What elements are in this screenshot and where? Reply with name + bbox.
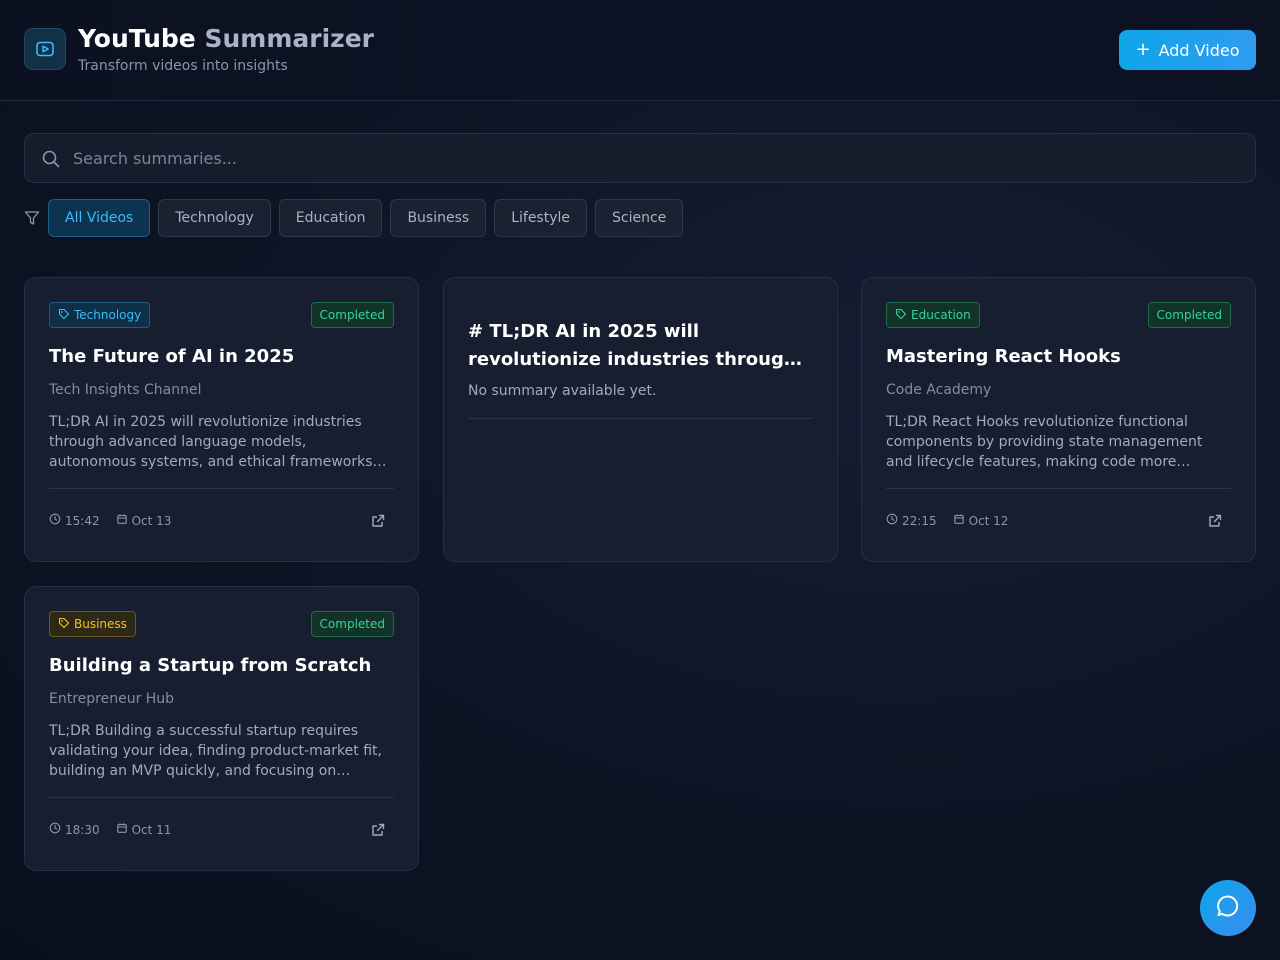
filter-science[interactable]: Science — [595, 199, 684, 237]
app-subtitle: Transform videos into insights — [78, 58, 288, 74]
chat-button[interactable] — [1200, 880, 1256, 936]
video-date: Oct 13 — [131, 513, 172, 528]
card-divider — [468, 418, 813, 419]
video-title: Building a Startup from Scratch — [49, 655, 372, 676]
external-link-icon[interactable] — [1207, 513, 1223, 533]
channel-name: Entrepreneur Hub — [49, 691, 175, 707]
tag-icon — [58, 308, 70, 323]
calendar-icon — [953, 513, 965, 528]
filter-education[interactable]: Education — [278, 199, 383, 237]
video-meta: 22:15 Oct 12 — [886, 513, 1008, 528]
card-divider — [886, 488, 1231, 489]
tag-icon — [895, 308, 907, 323]
card-divider — [49, 797, 394, 798]
video-card[interactable]: # TL;DR AI in 2025 will revolutionize in… — [443, 277, 838, 562]
video-duration: 18:30 — [65, 822, 100, 837]
play-icon — [24, 28, 66, 70]
clock-icon — [886, 513, 898, 528]
video-duration: 15:42 — [65, 513, 100, 528]
category-tag: Business — [49, 611, 136, 637]
channel-name: Code Academy — [886, 382, 992, 398]
video-duration: 22:15 — [902, 513, 937, 528]
external-link-icon[interactable] — [370, 513, 386, 533]
video-summary: TL;DR React Hooks revolutionize function… — [886, 414, 1203, 470]
clock-icon — [49, 822, 61, 837]
channel-name: Tech Insights Channel — [49, 382, 202, 398]
external-link-icon[interactable] — [370, 822, 386, 842]
video-date: Oct 11 — [131, 822, 172, 837]
video-summary: No summary available yet. — [468, 383, 657, 399]
video-title: # TL;DR AI in 2025 will revolutionize in… — [468, 321, 802, 370]
chat-bubble-icon — [1215, 893, 1241, 923]
search-bar — [24, 133, 1256, 183]
add-video-label: Add Video — [1158, 40, 1240, 60]
category-filters: All Videos Technology Education Business… — [48, 199, 684, 237]
status-badge: Completed — [310, 611, 394, 637]
add-video-button[interactable]: + Add Video — [1119, 30, 1256, 70]
video-card[interactable]: Technology Completed The Future of AI in… — [24, 277, 419, 562]
tag-icon — [58, 617, 70, 632]
video-summary: TL;DR AI in 2025 will revolutionize indu… — [49, 414, 387, 470]
video-title: The Future of AI in 2025 — [49, 346, 295, 367]
app-title: YouTube Summarizer — [78, 24, 374, 53]
calendar-icon — [116, 513, 128, 528]
video-card[interactable]: Business Completed Building a Startup fr… — [24, 586, 419, 871]
video-summary: TL;DR Building a successful startup requ… — [49, 723, 382, 779]
video-date: Oct 12 — [968, 513, 1009, 528]
filter-all-videos[interactable]: All Videos — [48, 199, 151, 237]
video-meta: 18:30 Oct 11 — [49, 822, 171, 837]
filter-business[interactable]: Business — [390, 199, 487, 237]
clock-icon — [49, 513, 61, 528]
category-tag: Education — [886, 302, 980, 328]
status-badge: Completed — [310, 302, 394, 328]
filter-lifestyle[interactable]: Lifestyle — [494, 199, 588, 237]
app-header: YouTube Summarizer Transform videos into… — [0, 0, 1280, 101]
category-tag: Technology — [49, 302, 151, 328]
card-divider — [49, 488, 394, 489]
video-card[interactable]: Education Completed Mastering React Hook… — [861, 277, 1256, 562]
video-meta: 15:42 Oct 13 — [49, 513, 171, 528]
status-badge: Completed — [1147, 302, 1231, 328]
filter-icon — [24, 210, 40, 230]
search-input[interactable] — [73, 134, 1243, 182]
search-icon — [41, 149, 61, 173]
calendar-icon — [116, 822, 128, 837]
video-title: Mastering React Hooks — [886, 346, 1121, 367]
plus-icon: + — [1135, 39, 1151, 60]
filter-technology[interactable]: Technology — [158, 199, 271, 237]
